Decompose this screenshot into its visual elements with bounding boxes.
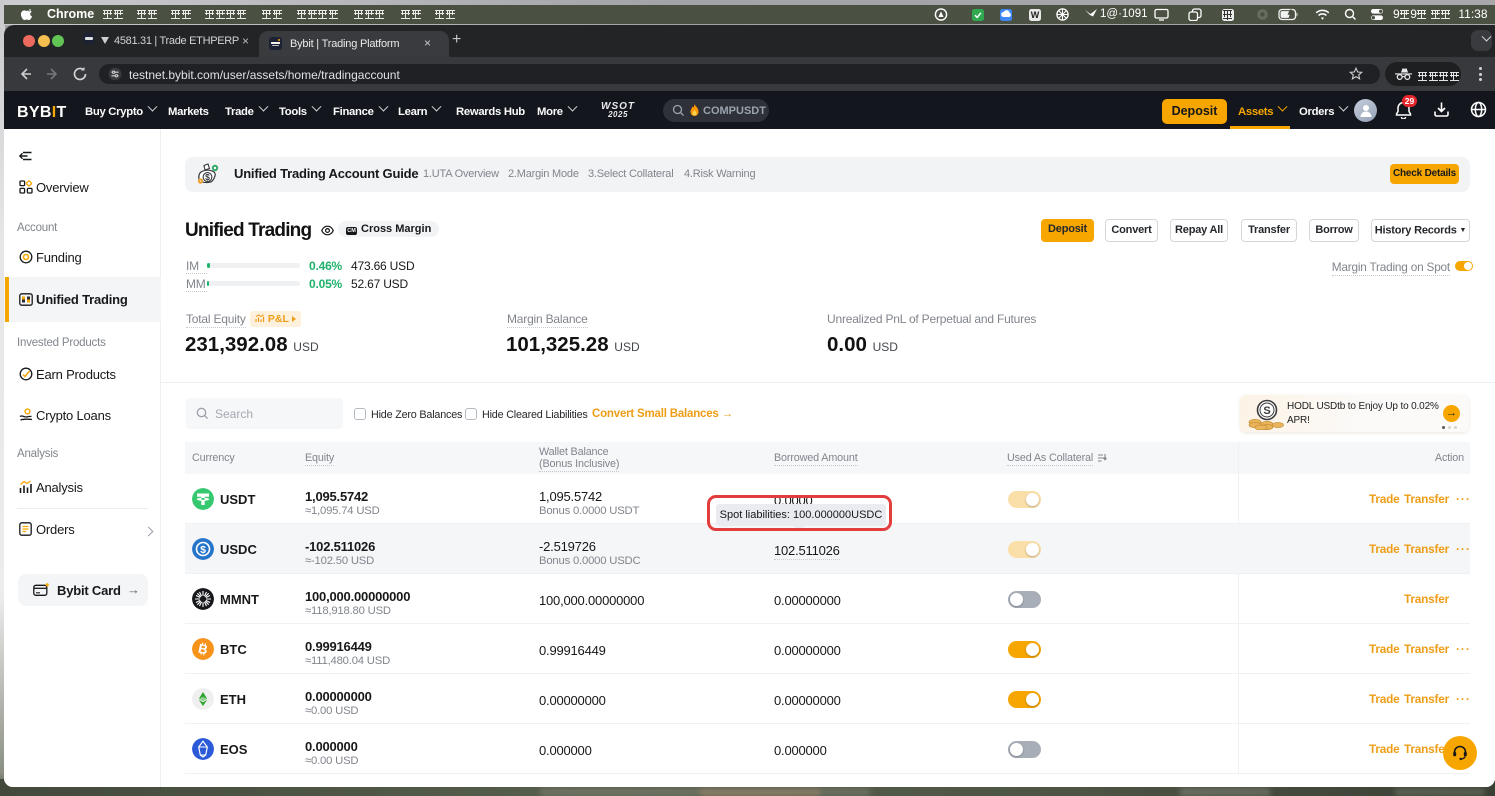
svg-text:S: S [1263,405,1270,417]
svg-text:$: $ [200,544,206,556]
svg-text:$: $ [205,172,210,182]
